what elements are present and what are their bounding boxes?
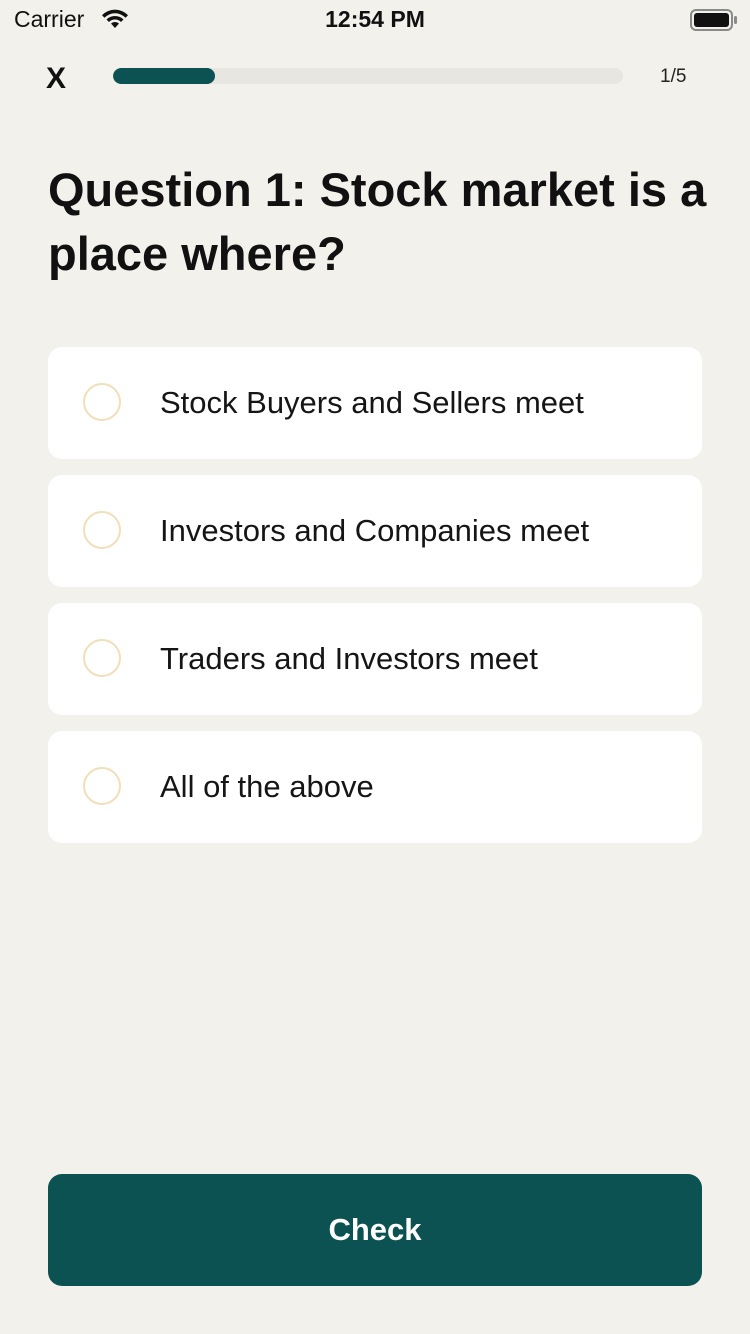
check-button[interactable]: Check <box>48 1174 702 1286</box>
radio-button[interactable] <box>83 639 121 677</box>
answer-option[interactable]: Investors and Companies meet <box>48 475 702 587</box>
answer-option[interactable]: Traders and Investors meet <box>48 603 702 715</box>
answer-option[interactable]: Stock Buyers and Sellers meet <box>48 347 702 459</box>
answer-options: Stock Buyers and Sellers meet Investors … <box>48 347 702 859</box>
answer-option-label: Traders and Investors meet <box>160 641 538 676</box>
clock: 12:54 PM <box>325 6 425 32</box>
question-title: Question 1: Stock market is a place wher… <box>48 163 707 280</box>
question-counter: 1/5 <box>660 66 687 87</box>
quiz-progress-bar <box>113 68 623 84</box>
answer-option-label: Stock Buyers and Sellers meet <box>160 385 584 420</box>
answer-option-label: Investors and Companies meet <box>160 513 590 548</box>
quiz-progress-fill <box>113 68 215 84</box>
radio-button[interactable] <box>83 383 121 421</box>
close-button[interactable]: X <box>46 62 76 96</box>
radio-button[interactable] <box>83 767 121 805</box>
battery-icon <box>690 9 737 31</box>
status-bar: Carrier 12:54 PM <box>0 0 750 40</box>
radio-button[interactable] <box>83 511 121 549</box>
answer-option-label: All of the above <box>160 769 374 804</box>
answer-option[interactable]: All of the above <box>48 731 702 843</box>
